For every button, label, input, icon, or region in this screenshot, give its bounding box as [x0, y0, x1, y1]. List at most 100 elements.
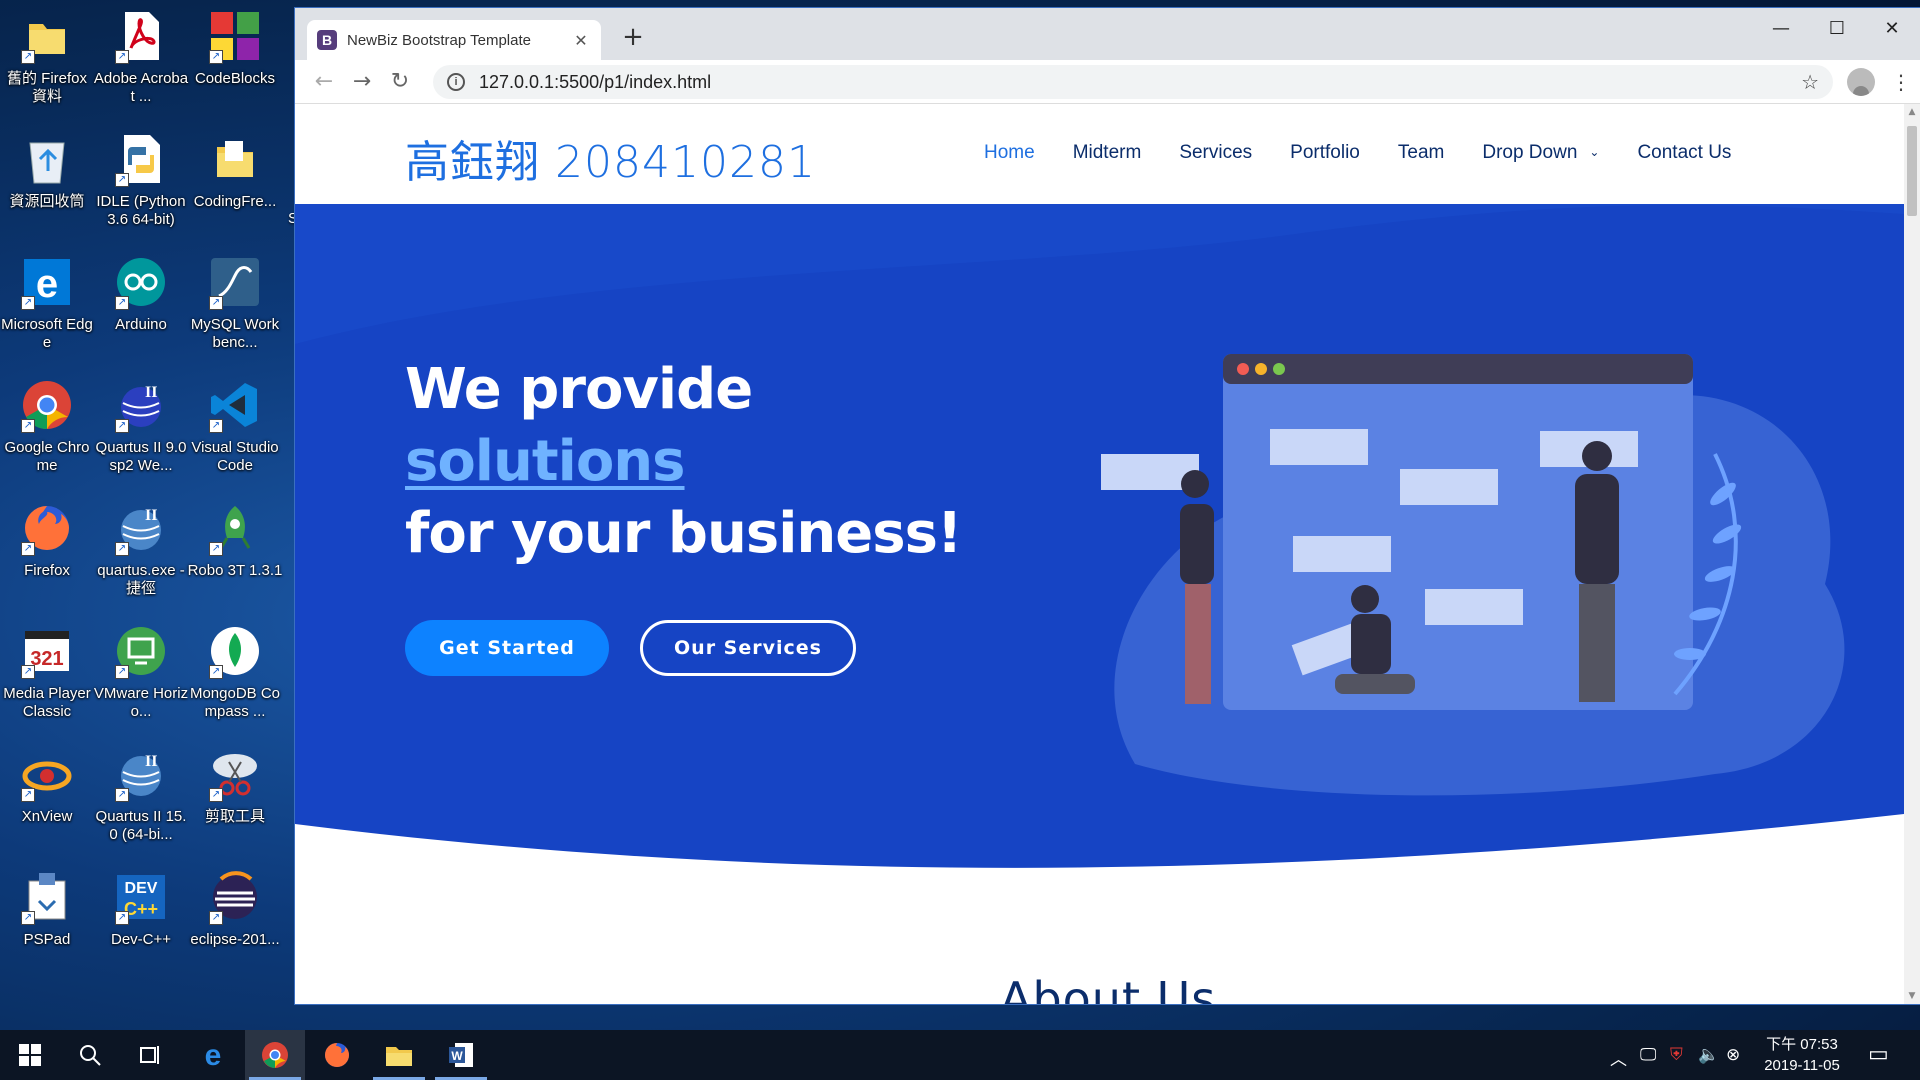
- notification-x-icon[interactable]: ⊗: [1726, 1045, 1740, 1065]
- nav-contact[interactable]: Contact Us: [1637, 142, 1731, 164]
- nav-portfolio[interactable]: Portfolio: [1290, 142, 1360, 164]
- task-view-icon[interactable]: [120, 1030, 180, 1080]
- show-hidden-icons-chevron-icon[interactable]: ︿: [1610, 1045, 1627, 1070]
- svg-text:II: II: [145, 507, 157, 524]
- security-alert-icon[interactable]: ⛨: [1670, 1045, 1683, 1065]
- site-info-icon[interactable]: i: [447, 73, 465, 91]
- nav-dropdown[interactable]: Drop Down ⌄: [1482, 142, 1599, 164]
- hero-line-3: for your business!: [405, 501, 962, 566]
- hero-line-1: We provide: [405, 357, 753, 422]
- desktop-icon-quartus-9[interactable]: II ↗ Quartus II 9.0sp2 We...: [94, 369, 188, 487]
- bootstrap-favicon-icon: B: [317, 30, 337, 50]
- nav-midterm[interactable]: Midterm: [1073, 142, 1142, 164]
- scroll-up-icon[interactable]: ▲: [1904, 104, 1920, 120]
- volume-icon[interactable]: 🔈: [1698, 1045, 1719, 1065]
- page-viewport: 高鈺翔 208410281 Home Midterm Services Port…: [295, 104, 1904, 1004]
- close-window-icon[interactable]: ✕: [1864, 8, 1920, 48]
- desktop-icon-xnview[interactable]: ↗ XnView: [0, 738, 94, 856]
- new-tab-plus-icon[interactable]: +: [617, 22, 649, 52]
- taskbar-file-explorer-icon[interactable]: [369, 1030, 429, 1080]
- svg-text:e: e: [36, 262, 58, 306]
- hero-section: We provide solutions for your business! …: [295, 204, 1904, 1004]
- nav-team[interactable]: Team: [1398, 142, 1444, 164]
- taskbar-edge-icon[interactable]: e: [183, 1030, 243, 1080]
- windows-taskbar: e W ︿ 🖵 ⛨ 🔈 ⊗ 下午 07:53 2019-11-05 ▭: [0, 1030, 1920, 1080]
- mongodb-icon: ↗: [207, 623, 263, 679]
- start-windows-icon[interactable]: [0, 1030, 60, 1080]
- scrollbar-thumb[interactable]: [1907, 126, 1917, 216]
- url-text[interactable]: 127.0.0.1:5500/p1/index.html: [479, 72, 1801, 93]
- quartus-icon: II ↗: [113, 746, 169, 802]
- tab-newbiz[interactable]: B NewBiz Bootstrap Template ✕: [307, 20, 601, 60]
- bookmark-star-icon[interactable]: ☆: [1801, 70, 1819, 94]
- minimize-icon[interactable]: —: [1753, 8, 1809, 48]
- desktop-icon-acrobat[interactable]: ↗ Adobe Acrobat ...: [94, 0, 188, 118]
- network-icon[interactable]: 🖵: [1640, 1045, 1656, 1065]
- desktop-icon-quartus-15[interactable]: II ↗ Quartus II 15.0 (64-bi...: [94, 738, 188, 856]
- taskbar-firefox-icon[interactable]: [307, 1030, 367, 1080]
- site-logo[interactable]: 高鈺翔 208410281: [405, 126, 816, 190]
- xnview-icon: ↗: [19, 746, 75, 802]
- profile-avatar-icon[interactable]: [1847, 68, 1875, 96]
- desktop-icon-idle-python[interactable]: ↗ IDLE (Python 3.6 64-bit): [94, 123, 188, 241]
- desktop-icon-vmware[interactable]: ↗ VMware Horizo...: [94, 615, 188, 733]
- nav-home[interactable]: Home: [984, 142, 1035, 164]
- codeblocks-icon: ↗: [207, 8, 263, 64]
- recycle-bin-icon: [19, 131, 75, 187]
- svg-text:DEV: DEV: [125, 880, 158, 897]
- reload-icon[interactable]: ↻: [381, 63, 419, 101]
- desktop-icon-codeblocks[interactable]: ↗ CodeBlocks: [188, 0, 282, 118]
- desktop-icon-recycle-bin[interactable]: 資源回收筒: [0, 123, 94, 241]
- arduino-icon: ↗: [113, 254, 169, 310]
- desktop-icon-arduino[interactable]: ↗ Arduino: [94, 246, 188, 364]
- media-player-icon: 321 ↗: [19, 623, 75, 679]
- our-services-button[interactable]: Our Services: [640, 620, 856, 676]
- firefox-icon: ↗: [19, 500, 75, 556]
- chrome-window: B NewBiz Bootstrap Template ✕ + — ☐ ✕ ← …: [295, 8, 1920, 1004]
- eclipse-icon: ↗: [207, 869, 263, 925]
- desktop-icon-media-player[interactable]: 321 ↗ Media Player Classic: [0, 615, 94, 733]
- desktop-icon-edge[interactable]: e ↗ Microsoft Edge: [0, 246, 94, 364]
- main-nav: Home Midterm Services Portfolio Team Dro…: [984, 142, 1769, 164]
- scroll-down-icon[interactable]: ▼: [1904, 988, 1920, 1004]
- desktop-icon-mysql[interactable]: ↗ MySQL Workbenc...: [188, 246, 282, 364]
- desktop-icon-chrome[interactable]: ↗ Google Chrome: [0, 369, 94, 487]
- chrome-menu-icon[interactable]: ⋮: [1891, 68, 1911, 96]
- maximize-icon[interactable]: ☐: [1809, 8, 1865, 48]
- hero-title: We provide solutions for your business!: [405, 354, 1045, 570]
- forward-arrow-icon[interactable]: →: [343, 63, 381, 101]
- mysql-icon: ↗: [207, 254, 263, 310]
- svg-text:W: W: [451, 1049, 463, 1063]
- taskbar-clock[interactable]: 下午 07:53 2019-11-05: [1752, 1034, 1852, 1076]
- nav-dropdown-label: Drop Down: [1482, 142, 1578, 163]
- address-bar[interactable]: i 127.0.0.1:5500/p1/index.html ☆: [433, 65, 1833, 99]
- folder-icon: ↗: [19, 8, 75, 64]
- desktop-icon-vscode[interactable]: ↗ Visual Studio Code: [188, 369, 282, 487]
- desktop-icon-pspad[interactable]: ↗ PSPad: [0, 861, 94, 979]
- svg-text:321: 321: [30, 648, 63, 670]
- desktop-icon-snipping-tool[interactable]: ↗ 剪取工具: [188, 738, 282, 856]
- desktop-icon-eclipse[interactable]: ↗ eclipse-201...: [188, 861, 282, 979]
- page-scrollbar[interactable]: ▲ ▼: [1904, 104, 1920, 1004]
- desktop-icon-robo3t[interactable]: ↗ Robo 3T 1.3.1: [188, 492, 282, 610]
- search-icon[interactable]: [60, 1030, 120, 1080]
- back-arrow-icon[interactable]: ←: [305, 63, 343, 101]
- devcpp-icon: DEV C++ ↗: [113, 869, 169, 925]
- folder-icon: [207, 131, 263, 187]
- vmware-icon: ↗: [113, 623, 169, 679]
- taskbar-word-icon[interactable]: W: [431, 1030, 491, 1080]
- taskbar-chrome-icon[interactable]: [245, 1030, 305, 1080]
- tab-title: NewBiz Bootstrap Template: [347, 31, 531, 49]
- desktop-icon-codingfre[interactable]: CodingFre...: [188, 123, 282, 241]
- nav-services[interactable]: Services: [1179, 142, 1252, 164]
- desktop-icon-old-firefox-data[interactable]: ↗ 舊的 Firefox 資料: [0, 0, 94, 118]
- svg-text:e: e: [205, 1041, 222, 1069]
- desktop-icon-devcpp[interactable]: DEV C++ ↗ Dev-C++: [94, 861, 188, 979]
- edge-icon: e ↗: [19, 254, 75, 310]
- desktop-icon-quartus-exe[interactable]: II ↗ quartus.exe - 捷徑: [94, 492, 188, 610]
- desktop-icon-firefox[interactable]: ↗ Firefox: [0, 492, 94, 610]
- tab-close-icon[interactable]: ✕: [571, 31, 591, 50]
- action-center-icon[interactable]: ▭: [1868, 1042, 1889, 1067]
- desktop-icon-mongodb[interactable]: ↗ MongoDB Compass ...: [188, 615, 282, 733]
- get-started-button[interactable]: Get Started: [405, 620, 609, 676]
